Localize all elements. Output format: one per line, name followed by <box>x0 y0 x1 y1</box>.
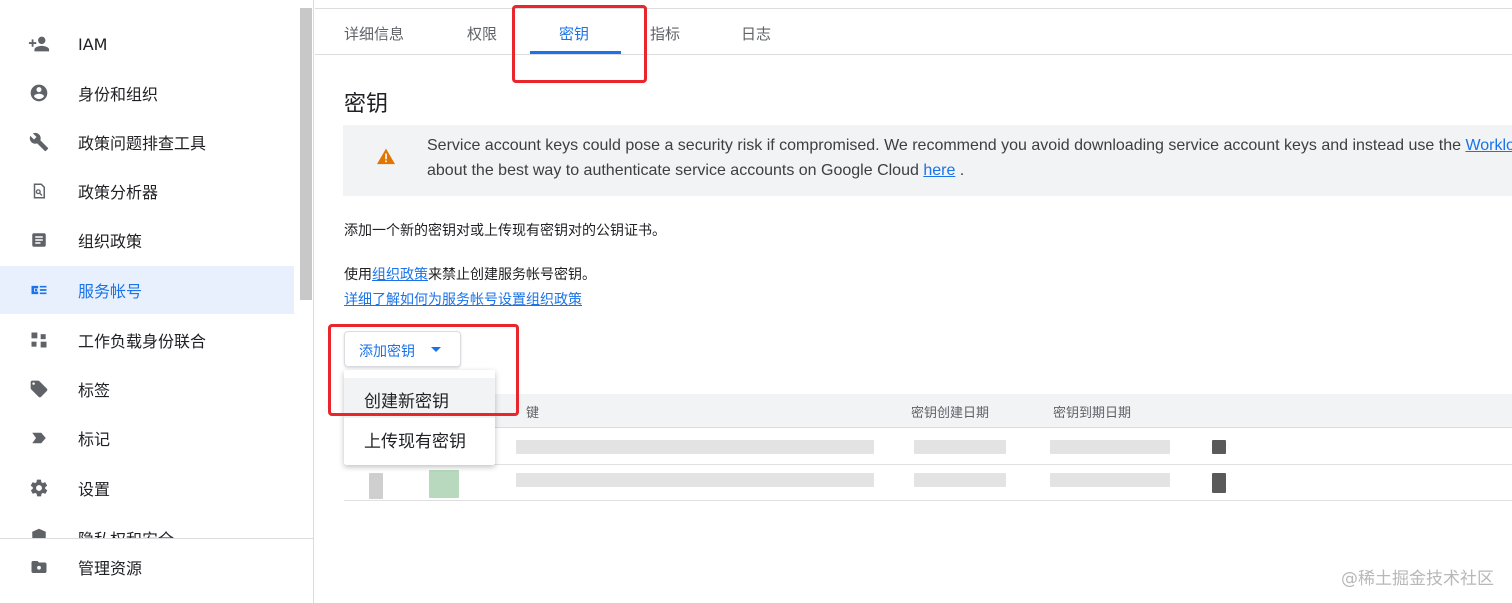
sidebar-item-label: 设置 <box>78 480 111 499</box>
sidebar-item-label: 管理资源 <box>78 559 143 578</box>
sidebar-item-tags[interactable]: 标签 <box>0 365 294 413</box>
redacted-key-id <box>516 473 874 487</box>
watermark: @稀土掘金技术社区 <box>1341 569 1494 589</box>
org-policy-note: 使用组织政策来禁止创建服务帐号密钥。 <box>344 264 596 284</box>
sidebar-item-workload-identity[interactable]: 工作负载身份联合 <box>0 316 294 364</box>
keys-description: 添加一个新的密钥对或上传现有密钥对的公钥证书。 <box>344 223 666 239</box>
tag-icon <box>28 378 50 400</box>
sidebar-item-label: 标记 <box>78 430 111 449</box>
sidebar-item-manage-resources[interactable]: 管理资源 <box>0 543 294 591</box>
table-row <box>344 465 1512 501</box>
redacted-created-date <box>914 473 1006 487</box>
sidebar-item-label: 标签 <box>78 381 111 400</box>
manage-resources-icon <box>28 556 50 578</box>
gear-icon <box>28 477 50 499</box>
menu-item-upload-existing-key[interactable]: 上传现有密钥 <box>344 418 495 458</box>
service-account-icon <box>28 279 50 301</box>
page-title: 密钥 <box>344 92 389 117</box>
redacted-expiry-date <box>1050 473 1170 487</box>
menu-item-label: 上传现有密钥 <box>364 432 466 452</box>
warning-icon <box>376 147 396 170</box>
redacted-created-date <box>914 440 1006 454</box>
warning-text: about the best way to authenticate servi… <box>427 162 924 179</box>
redacted-expiry-date <box>1050 440 1170 454</box>
sidebar-divider <box>0 538 313 539</box>
redacted-key-id <box>516 440 874 454</box>
row-actions-icon[interactable] <box>1212 473 1226 493</box>
column-header-expires: 密钥到期日期 <box>1053 406 1132 421</box>
policy-prefix: 使用 <box>344 267 372 283</box>
sidebar-item-label: 隐私权和安全 <box>78 526 174 538</box>
sidebar-item-policy-analyzer[interactable]: 政策分析器 <box>0 167 294 215</box>
sidebar-item-label: 组织政策 <box>78 232 143 251</box>
highlight-box-add-key <box>328 324 519 416</box>
warning-text-line2: about the best way to authenticate servi… <box>427 162 964 180</box>
sidebar-item-label: 工作负载身份联合 <box>78 332 207 351</box>
highlight-box-keys-tab <box>512 5 647 83</box>
sidebar: IAM 身份和组织 政策问题排查工具 政策分析器 组织政策 服务帐号 工作负载身… <box>0 0 314 603</box>
sidebar-item-settings[interactable]: 设置 <box>0 464 294 512</box>
policy-analyzer-icon <box>28 180 50 202</box>
tab-bar: 详细信息 权限 密钥 指标 日志 <box>315 8 1512 55</box>
sidebar-scrollbar[interactable] <box>300 8 312 300</box>
sidebar-item-identity-organization[interactable]: 身份和组织 <box>0 69 294 117</box>
workload-identity-icon <box>28 329 50 351</box>
sidebar-item-org-policies[interactable]: 组织政策 <box>0 216 294 264</box>
sidebar-item-policy-troubleshooter[interactable]: 政策问题排查工具 <box>0 118 294 166</box>
tab-details[interactable]: 详细信息 <box>344 23 404 44</box>
shield-icon <box>28 526 50 538</box>
warning-text-line1: Service account keys could pose a securi… <box>427 137 1512 155</box>
sidebar-item-label: 服务帐号 <box>78 282 143 301</box>
label-icon <box>28 427 50 449</box>
here-link[interactable]: here <box>923 162 955 179</box>
person-add-icon <box>28 33 50 55</box>
sidebar-item-label: IAM <box>78 34 108 54</box>
tab-logs[interactable]: 日志 <box>741 23 771 44</box>
sidebar-item-labels[interactable]: 标记 <box>0 414 294 462</box>
sidebar-item-privacy-security[interactable]: 隐私权和安全 <box>0 513 294 538</box>
row-actions-icon[interactable] <box>1212 440 1226 454</box>
sidebar-item-label: 身份和组织 <box>78 85 159 104</box>
sidebar-item-label: 政策问题排查工具 <box>78 134 207 153</box>
warning-text-end: . <box>955 162 965 179</box>
table-row <box>344 429 1512 465</box>
org-policy-link[interactable]: 组织政策 <box>372 267 428 283</box>
warning-text: Service account keys could pose a securi… <box>427 137 1466 154</box>
tab-metrics[interactable]: 指标 <box>650 23 680 44</box>
workload-identity-link[interactable]: Worklo <box>1465 137 1512 154</box>
sidebar-item-label: 政策分析器 <box>78 183 159 202</box>
redacted-status <box>369 473 383 499</box>
policy-suffix: 来禁止创建服务帐号密钥。 <box>428 267 596 283</box>
column-header-key: 键 <box>526 406 540 421</box>
security-warning-banner: Service account keys could pose a securi… <box>343 125 1512 196</box>
sidebar-item-service-accounts[interactable]: 服务帐号 <box>0 266 294 314</box>
wrench-icon <box>28 131 50 153</box>
tab-permissions[interactable]: 权限 <box>467 23 497 44</box>
account-circle-icon <box>28 82 50 104</box>
redacted-status-badge <box>429 470 459 498</box>
column-header-created: 密钥创建日期 <box>911 406 990 421</box>
document-icon <box>28 229 50 251</box>
learn-more-link[interactable]: 详细了解如何为服务帐号设置组织政策 <box>344 289 582 309</box>
sidebar-item-iam[interactable]: IAM <box>0 20 294 68</box>
keys-table-header: 键 密钥创建日期 密钥到期日期 <box>344 394 1512 428</box>
